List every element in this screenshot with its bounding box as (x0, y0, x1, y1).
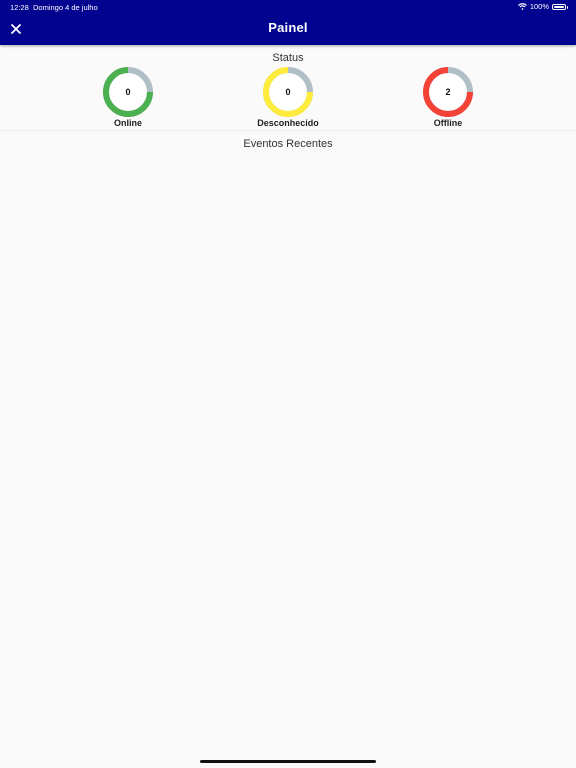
status-section-title: Status (272, 52, 304, 64)
gauge-ring-offline: 2 (423, 67, 473, 117)
section-divider (0, 130, 576, 131)
events-section-title: Eventos Recentes (243, 138, 333, 150)
status-right: 100% (517, 2, 568, 11)
battery-icon (552, 3, 568, 10)
gauge-label-online: Online (113, 118, 142, 128)
gauge-label-desconhecido: Desconhecido (257, 118, 319, 128)
page-title: Painel (268, 20, 308, 35)
gauge-value-offline: 2 (445, 87, 450, 97)
gauge-label-offline: Offline (433, 118, 463, 128)
battery-percent: 100% (529, 2, 549, 11)
status-time: 12:28 (10, 3, 29, 12)
wifi-icon (517, 3, 527, 10)
status-bar: 12:28 Domingo 4 de julho 100% (0, 0, 576, 14)
app-header: 12:28 Domingo 4 de julho 100% Painel (0, 0, 576, 45)
status-date: Domingo 4 de julho (33, 3, 98, 12)
gauge-desconhecido: 0 Desconhecido (238, 66, 338, 128)
gauge-ring-desconhecido: 0 (263, 67, 313, 117)
gauge-value-desconhecido: 0 (285, 87, 290, 97)
gauge-value-online: 0 (125, 87, 130, 97)
gauge-offline: 2 Offline (398, 66, 498, 128)
gauge-ring-online: 0 (103, 67, 153, 117)
home-indicator (200, 760, 376, 763)
gauge-online: 0 Online (78, 66, 178, 128)
